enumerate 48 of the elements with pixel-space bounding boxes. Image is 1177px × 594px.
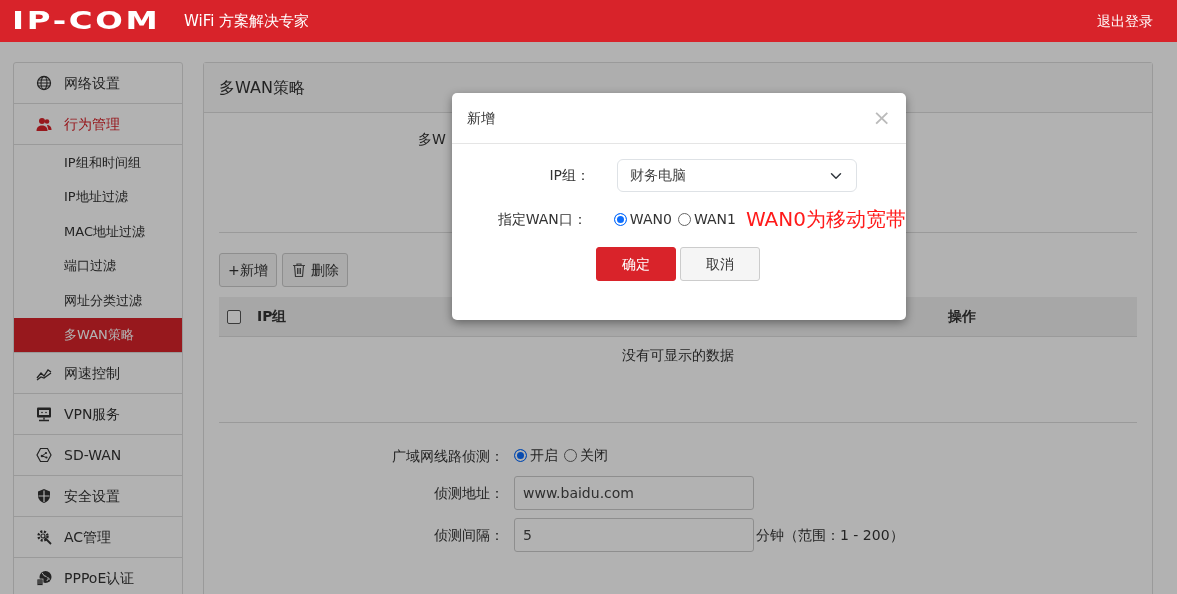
globe-icon	[36, 75, 52, 91]
radio-option[interactable]: 关闭	[564, 445, 608, 466]
sidebar-item[interactable]: PPPoE认证	[14, 558, 182, 594]
logout-link[interactable]: 退出登录	[1097, 10, 1153, 32]
field-label: 侦测间隔：	[433, 525, 504, 545]
field-label: 侦测地址：	[433, 483, 504, 503]
submenu-item[interactable]: 网址分类过滤	[14, 283, 182, 318]
submenu-item[interactable]: 端口过滤	[14, 248, 182, 283]
empty-message: 没有可显示的数据	[622, 347, 734, 363]
interval-field[interactable]: 5	[514, 518, 754, 552]
sidebar-item[interactable]: 网络设置	[14, 63, 182, 104]
confirm-button[interactable]: 确定	[596, 247, 676, 281]
tagline: WiFi 方案解决专家	[183, 10, 310, 32]
delete-button[interactable]: 删除	[281, 253, 348, 287]
field-label: 广域网线路侦测：	[391, 447, 504, 466]
radio-option[interactable]: WAN0	[613, 208, 672, 230]
gear-icon	[36, 529, 52, 545]
field-label: 指定WAN口：	[496, 209, 587, 229]
annotation-text: WAN0为移动宽带	[745, 206, 906, 233]
radio-option[interactable]: 开启	[514, 445, 558, 466]
hexagon-network-icon	[36, 447, 52, 463]
unit-text: 分钟（范围：1 - 200）	[756, 525, 904, 545]
radio-option[interactable]: WAN1	[677, 208, 736, 230]
user-icon	[36, 116, 52, 132]
field-label: IP组：	[548, 166, 590, 185]
submenu-item[interactable]: IP地址过滤	[14, 179, 182, 214]
logo: IP-COM	[12, 9, 161, 33]
trash-icon	[290, 262, 307, 278]
ip-group-select[interactable]: 财务电脑	[617, 159, 857, 192]
submenu-item[interactable]: MAC地址过滤	[14, 214, 182, 249]
field-label: 多W	[418, 131, 446, 147]
sidebar-item[interactable]: SD-WAN	[14, 435, 182, 476]
submenu-item[interactable]: 多WAN策略	[14, 317, 182, 352]
sidebar-item[interactable]: 安全设置	[14, 476, 182, 517]
submenu-item[interactable]: IP组和时间组	[14, 145, 182, 180]
monitor-icon	[36, 406, 52, 422]
globe-building-icon	[36, 570, 52, 586]
column-header: 操作	[948, 307, 977, 326]
sidebar-item[interactable]: 网速控制	[14, 353, 182, 394]
cancel-button[interactable]: 取消	[680, 247, 760, 281]
address-field[interactable]: www.baidu.com	[514, 476, 754, 510]
sidebar-item[interactable]: VPN服务	[14, 394, 182, 435]
shield-icon	[36, 488, 52, 504]
select-all-checkbox[interactable]	[227, 309, 241, 324]
add-button[interactable]: +新增	[219, 253, 277, 287]
sidebar-item[interactable]: 行为管理	[14, 104, 182, 145]
sidebar-item[interactable]: AC管理	[14, 517, 182, 558]
column-header: IP组	[257, 307, 288, 326]
